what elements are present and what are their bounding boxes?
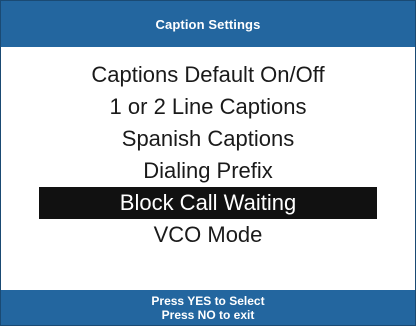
menu-item-line-captions[interactable]: 1 or 2 Line Captions <box>39 91 377 123</box>
menu-item-label: Dialing Prefix <box>143 158 273 183</box>
menu-item-label: Captions Default On/Off <box>91 62 325 87</box>
instruction-bar: Press YES to Select Press NO to exit <box>1 290 415 325</box>
menu-item-block-call-waiting[interactable]: Block Call Waiting <box>39 187 377 219</box>
instruction-select: Press YES to Select <box>151 293 265 308</box>
menu-item-label: Block Call Waiting <box>119 190 297 215</box>
menu-item-vco-mode[interactable]: VCO Mode <box>39 219 377 251</box>
menu-item-spanish-captions[interactable]: Spanish Captions <box>39 123 377 155</box>
menu-item-captions-default[interactable]: Captions Default On/Off <box>39 59 377 91</box>
settings-menu: Captions Default On/Off 1 or 2 Line Capt… <box>1 59 415 251</box>
menu-item-label: 1 or 2 Line Captions <box>109 94 307 119</box>
menu-item-label: Spanish Captions <box>121 126 295 151</box>
header-bar: Caption Settings <box>1 1 415 47</box>
instruction-exit: Press NO to exit <box>161 307 255 322</box>
menu-item-label: VCO Mode <box>153 222 263 247</box>
menu-item-dialing-prefix[interactable]: Dialing Prefix <box>39 155 377 187</box>
page-title: Caption Settings <box>155 16 261 32</box>
caption-settings-screen: Caption Settings Captions Default On/Off… <box>0 0 416 326</box>
